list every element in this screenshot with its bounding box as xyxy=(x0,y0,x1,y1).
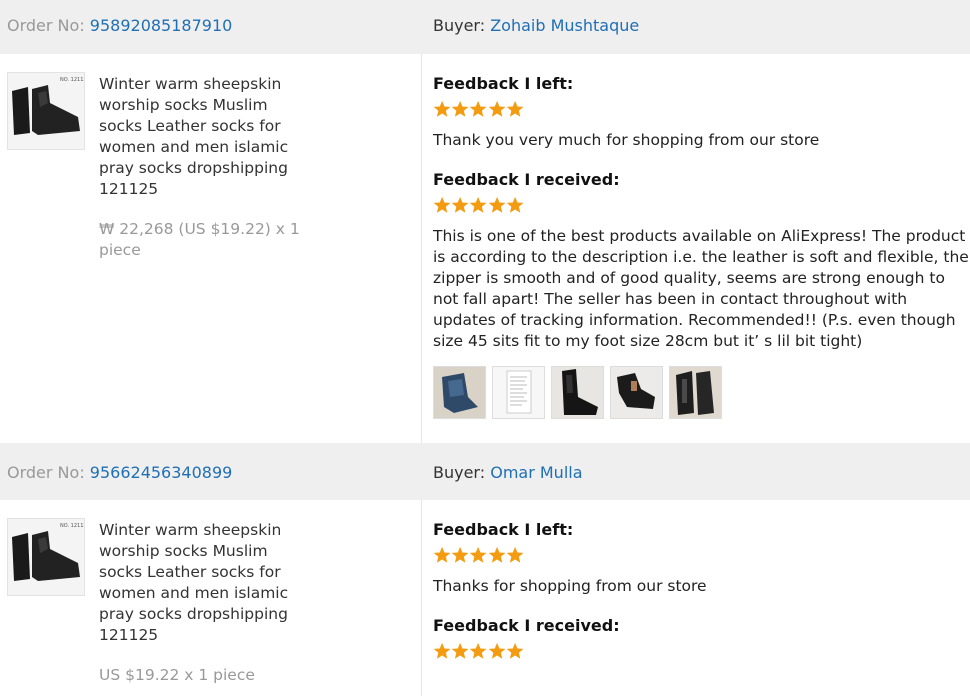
star-icon xyxy=(506,546,524,563)
star-icon xyxy=(451,642,469,659)
order-number-label: Order No: xyxy=(7,16,85,35)
star-icon xyxy=(451,546,469,563)
order-body: NO. 121125 Winter warm sheepskin worship… xyxy=(0,500,970,696)
star-icon xyxy=(506,642,524,659)
product-thumbnail[interactable]: NO. 121125 xyxy=(7,72,85,150)
star-icon xyxy=(488,642,506,659)
order-number-label: Order No: xyxy=(7,463,85,482)
feedback-received-text: This is one of the best products availab… xyxy=(433,227,969,350)
star-icon xyxy=(433,642,451,659)
buyer-label: Buyer: xyxy=(433,463,486,482)
star-icon xyxy=(488,546,506,563)
buyer-name-link[interactable]: Omar Mulla xyxy=(490,463,582,482)
svg-text:NO. 121125: NO. 121125 xyxy=(60,523,84,529)
star-icon xyxy=(488,196,506,213)
feedback-left-stars xyxy=(433,546,524,564)
star-icon xyxy=(433,100,451,117)
star-icon xyxy=(470,196,487,213)
star-icon xyxy=(451,100,469,117)
column-divider xyxy=(421,54,422,443)
star-icon xyxy=(506,196,524,213)
star-icon xyxy=(506,100,524,117)
order-card: Order No: 95662456340899 Buyer: Omar Mul… xyxy=(0,443,970,696)
feedback-photo[interactable] xyxy=(492,366,545,419)
feedback-received-heading: Feedback I received: xyxy=(433,170,620,189)
feedback-received-heading: Feedback I received: xyxy=(433,616,620,635)
feedback-received-stars xyxy=(433,642,524,660)
order-number-row: Order No: 95892085187910 xyxy=(7,16,232,35)
buyer-row: Buyer: Zohaib Mushtaque xyxy=(433,16,639,35)
product-thumbnail[interactable]: NO. 121125 xyxy=(7,518,85,596)
order-card: Order No: 95892085187910 Buyer: Zohaib M… xyxy=(0,0,970,443)
star-icon xyxy=(451,196,469,213)
order-body: NO. 121125 Winter warm sheepskin worship… xyxy=(0,54,970,443)
feedback-photo[interactable] xyxy=(669,366,722,419)
star-icon xyxy=(470,100,487,117)
buyer-label: Buyer: xyxy=(433,16,486,35)
star-icon xyxy=(433,546,451,563)
svg-text:NO. 121125: NO. 121125 xyxy=(60,77,84,83)
order-number-link[interactable]: 95662456340899 xyxy=(90,463,233,482)
buyer-row: Buyer: Omar Mulla xyxy=(433,463,583,482)
product-title[interactable]: Winter warm sheepskin worship socks Musl… xyxy=(99,520,299,646)
product-price: ₩ 22,268 (US $19.22) x 1 piece xyxy=(99,220,300,259)
feedback-photo[interactable] xyxy=(610,366,663,419)
star-icon xyxy=(470,546,487,563)
order-header: Order No: 95892085187910 Buyer: Zohaib M… xyxy=(0,0,970,54)
column-divider xyxy=(421,500,422,696)
feedback-left-heading: Feedback I left: xyxy=(433,520,574,539)
feedback-left-stars xyxy=(433,100,524,118)
feedback-left-heading: Feedback I left: xyxy=(433,74,574,93)
feedback-photo-strip xyxy=(433,366,728,419)
feedback-left-text: Thank you very much for shopping from ou… xyxy=(433,131,820,149)
feedback-received-stars xyxy=(433,196,524,214)
feedback-photo[interactable] xyxy=(551,366,604,419)
product-title[interactable]: Winter warm sheepskin worship socks Musl… xyxy=(99,74,299,200)
star-icon xyxy=(488,100,506,117)
order-header: Order No: 95662456340899 Buyer: Omar Mul… xyxy=(0,443,970,500)
star-icon xyxy=(470,642,487,659)
order-number-link[interactable]: 95892085187910 xyxy=(90,16,233,35)
feedback-left-text: Thanks for shopping from our store xyxy=(433,577,707,595)
buyer-name-link[interactable]: Zohaib Mushtaque xyxy=(490,16,639,35)
star-icon xyxy=(433,196,451,213)
product-price: US $19.22 x 1 piece xyxy=(99,666,255,684)
order-number-row: Order No: 95662456340899 xyxy=(7,463,232,482)
feedback-photo[interactable] xyxy=(433,366,486,419)
